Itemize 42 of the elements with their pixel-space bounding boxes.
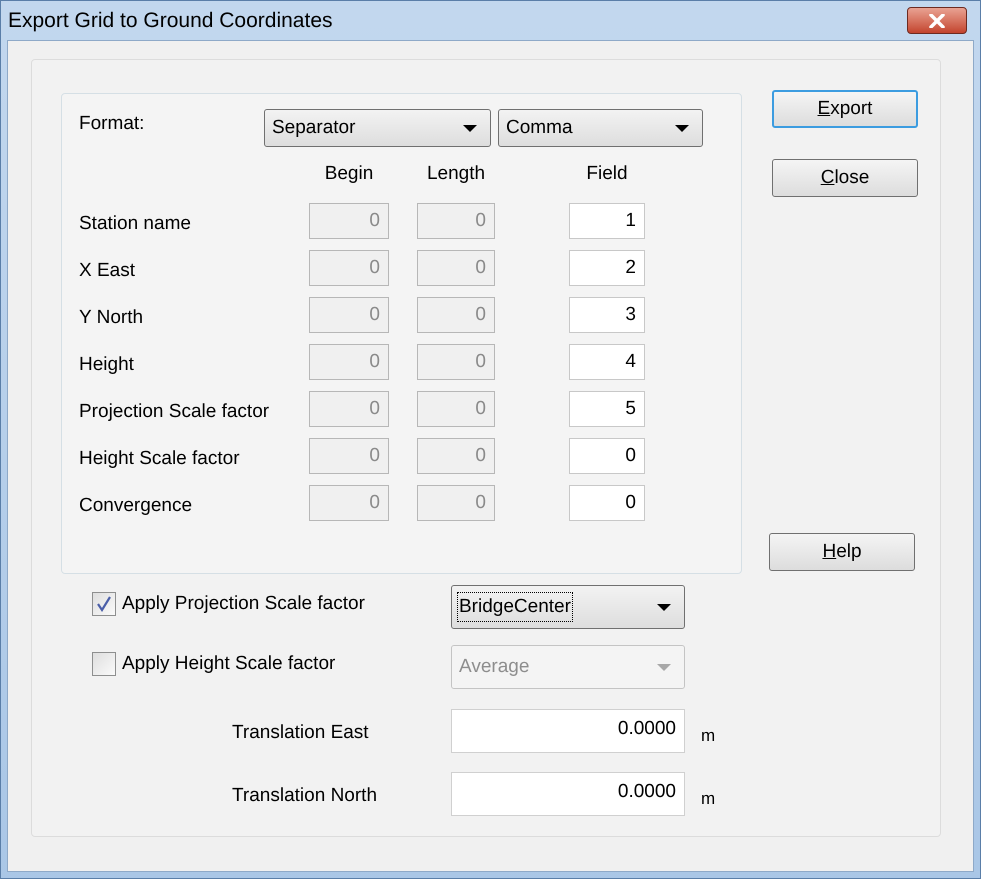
dropdown-arrow-icon (462, 124, 478, 132)
translation-label: Translation East (232, 720, 370, 745)
column-header: Begin (324, 162, 374, 186)
number-field[interactable]: 5 (569, 391, 645, 427)
row-label: X East (79, 258, 136, 283)
number-field[interactable]: 1 (569, 203, 645, 239)
row-label: Convergence (79, 494, 194, 518)
number-field[interactable]: 0 (569, 485, 645, 521)
window-title: Export Grid to Ground Coordinates (8, 8, 332, 34)
row-label: Y North (79, 306, 144, 330)
checkbox[interactable] (92, 592, 116, 616)
unit-label: m (701, 788, 716, 810)
translation-label: Translation North (232, 784, 378, 808)
format-label: Format: (79, 112, 146, 136)
unit-label: m (701, 725, 716, 748)
column-header: Field (585, 162, 629, 186)
close-button[interactable] (907, 7, 967, 34)
translation-field[interactable]: 0.0000 (451, 709, 685, 753)
dropdown-arrow-icon (656, 602, 672, 612)
row-label: Projection Scale factor (79, 400, 270, 424)
checkbox[interactable] (92, 652, 116, 676)
dialog-button[interactable]: Close (772, 159, 918, 197)
dropdown[interactable]: BridgeCenter (451, 585, 685, 629)
checkmark-icon (96, 596, 112, 612)
number-field[interactable]: 0 (569, 438, 645, 474)
checkbox-label: Apply Height Scale factor (122, 652, 336, 676)
row-label: Station name (79, 212, 192, 236)
dialog-button[interactable]: Export (772, 90, 918, 128)
translation-field[interactable]: 0.0000 (451, 772, 685, 816)
close-icon (929, 14, 945, 28)
number-field[interactable]: 4 (569, 344, 645, 380)
dropdown[interactable]: Comma (498, 109, 703, 147)
dropdown-arrow-icon (674, 124, 690, 132)
number-field[interactable]: 2 (569, 250, 645, 286)
dropdown-arrow-icon (656, 662, 672, 672)
column-header: Length (426, 162, 486, 186)
dialog-button[interactable]: Help (769, 533, 915, 571)
number-field[interactable]: 3 (569, 297, 645, 333)
dropdown[interactable]: Separator (264, 109, 491, 147)
checkbox-label: Apply Projection Scale factor (122, 592, 365, 616)
row-label: Height (79, 352, 135, 377)
row-label: Height Scale factor (79, 446, 241, 471)
